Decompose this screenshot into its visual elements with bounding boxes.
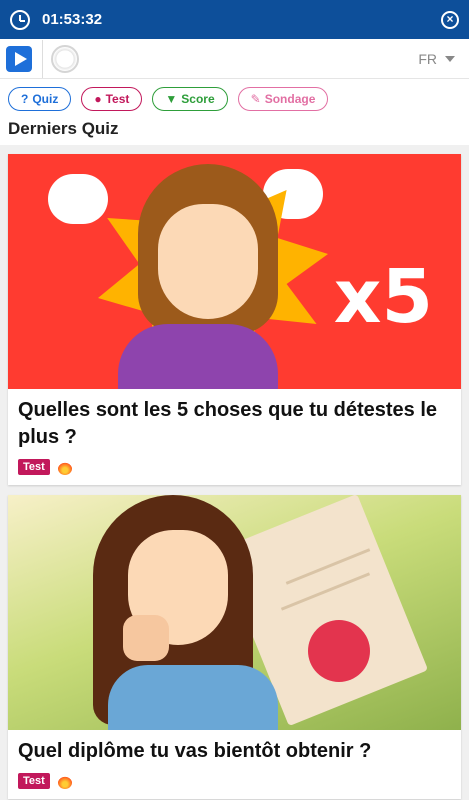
quiz-card[interactable]: Quel diplôme tu vas bientôt obtenir ? Te… (8, 495, 461, 799)
tab-score-label: Score (181, 92, 215, 106)
head-icon: ● (94, 92, 102, 106)
pointing-hand (123, 615, 169, 661)
steam-cloud (48, 174, 108, 224)
quiz-card-title[interactable]: Quel diplôme tu vas bientôt obtenir ? (8, 730, 461, 769)
test-badge: Test (18, 773, 50, 789)
quiz-card-image[interactable] (8, 495, 461, 730)
close-icon[interactable]: × (441, 10, 459, 29)
quiz-card-title[interactable]: Quelles sont les 5 choses que tu déteste… (8, 389, 461, 455)
quiz-card-image[interactable]: x5 (8, 154, 461, 389)
status-bar: 01:53:32 × (0, 0, 469, 39)
tab-quiz[interactable]: ? Quiz (8, 87, 72, 111)
quiz-card-meta: Test (8, 455, 461, 485)
tab-sondage[interactable]: ✎ Sondage (237, 87, 329, 111)
tab-quiz-label: Quiz (32, 92, 59, 106)
header-divider (42, 39, 43, 78)
question-icon: ? (21, 92, 29, 106)
test-badge: Test (18, 459, 50, 475)
chevron-down-icon (445, 55, 455, 62)
language-label: FR (418, 50, 437, 67)
tab-sondage-label: Sondage (264, 92, 316, 106)
image-text-x5: x5 (333, 254, 433, 340)
app-logo[interactable] (6, 45, 32, 72)
tab-score[interactable]: ▼ Score (152, 87, 228, 111)
section-title: Derniers Quiz (0, 119, 469, 145)
flame-icon (57, 459, 72, 475)
clock-icon (10, 9, 30, 30)
tab-test-label: Test (105, 92, 130, 106)
tab-test[interactable]: ● Test (81, 87, 143, 111)
diploma-seal (308, 620, 370, 682)
character-body (118, 324, 278, 389)
timer-text: 01:53:32 (42, 11, 103, 28)
avatar[interactable] (51, 44, 79, 73)
quiz-card-meta: Test (8, 769, 461, 799)
flame-icon (57, 773, 72, 789)
app-header: FR (0, 39, 469, 79)
quiz-card[interactable]: x5 Quelles sont les 5 choses que tu déte… (8, 154, 461, 485)
character-face (158, 204, 258, 319)
language-selector[interactable]: FR (418, 51, 455, 67)
character-shirt (108, 665, 278, 730)
trophy-icon: ▼ (165, 92, 178, 106)
category-tabs: ? Quiz ● Test ▼ Score ✎ Sondage (0, 79, 469, 119)
edit-icon: ✎ (250, 92, 261, 106)
